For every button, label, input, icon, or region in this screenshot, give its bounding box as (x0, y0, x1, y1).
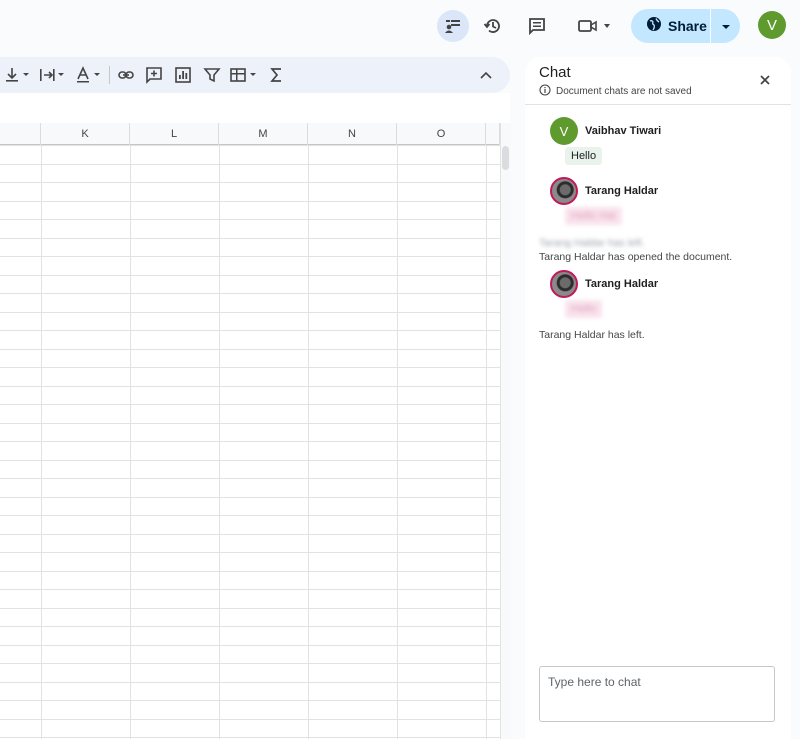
avatar (550, 177, 578, 205)
system-message: Tarang Haldar has left. (539, 237, 645, 249)
grid-row-line (0, 737, 500, 738)
grid-row-line (0, 293, 500, 294)
system-message: Tarang Haldar has opened the document. (539, 251, 733, 263)
column-header-m[interactable]: M (219, 123, 308, 145)
column-header-row: K L M N O (0, 123, 500, 145)
message-sender: Tarang Haldar (585, 185, 659, 197)
text-rotate-icon[interactable] (74, 66, 104, 84)
grid-column-line (219, 145, 220, 739)
column-header-l[interactable]: L (130, 123, 219, 145)
formula-bar[interactable] (0, 93, 510, 123)
system-message: Tarang Haldar has left. (539, 329, 645, 341)
grid-row-line (0, 386, 500, 387)
share-button[interactable]: Share (631, 9, 740, 43)
grid-row-line (0, 719, 500, 720)
chat-title: Chat (539, 64, 571, 81)
column-header-k[interactable]: K (41, 123, 130, 145)
info-icon (539, 84, 551, 99)
grid-row-line (0, 645, 500, 646)
share-label: Share (668, 18, 707, 34)
grid-column-line (397, 145, 398, 739)
spreadsheet-grid[interactable]: K L M N O (0, 123, 500, 739)
video-call-icon[interactable] (573, 10, 615, 42)
grid-row-line (0, 238, 500, 239)
grid-row-line (0, 404, 500, 405)
globe-icon (646, 16, 662, 37)
grid-row-line (0, 145, 500, 146)
message-sender: Tarang Haldar (585, 278, 659, 290)
chat-divider (525, 104, 791, 105)
chat-input[interactable] (539, 666, 775, 722)
chat-panel: Chat Document chats are not saved V Vaib… (525, 57, 791, 739)
top-bar: Share V (0, 0, 800, 52)
chat-subtitle: Document chats are not saved (539, 84, 692, 99)
message-text: Hello Hai (565, 207, 622, 225)
history-icon[interactable] (477, 10, 509, 42)
vertical-scrollbar-thumb[interactable] (502, 146, 509, 170)
grid-row-line (0, 571, 500, 572)
grid-row-line (0, 700, 500, 701)
vertical-scrollbar-track[interactable] (500, 123, 511, 739)
comment-icon[interactable] (521, 10, 553, 42)
column-header[interactable] (0, 123, 41, 145)
message-text: Hello (565, 300, 603, 318)
grid-column-line (486, 145, 487, 739)
close-icon[interactable] (758, 73, 772, 87)
share-options-button[interactable] (711, 9, 740, 43)
grid-row-line (0, 608, 500, 609)
grid-row-line (0, 312, 500, 313)
grid-row-line (0, 478, 500, 479)
caret-down-icon (721, 17, 731, 35)
grid-row-line (0, 497, 500, 498)
avatar (550, 270, 578, 298)
grid-row-line (0, 589, 500, 590)
account-avatar[interactable]: V (758, 11, 786, 39)
share-main-button[interactable]: Share (631, 9, 710, 43)
message-text: Hello (565, 147, 603, 165)
grid-column-line (130, 145, 131, 739)
text-wrap-icon[interactable] (37, 66, 67, 84)
grid-row-line (0, 256, 500, 257)
avatar: V (550, 117, 578, 145)
formatting-toolbar (0, 57, 510, 93)
functions-icon[interactable] (269, 66, 285, 84)
grid-column-line (308, 145, 309, 739)
grid-row-line (0, 219, 500, 220)
grid-row-line (0, 515, 500, 516)
column-header-o[interactable]: O (397, 123, 486, 145)
grid-row-line (0, 367, 500, 368)
filter-icon[interactable] (203, 66, 221, 84)
chat-subtitle-text: Document chats are not saved (556, 86, 692, 97)
grid-row-line (0, 534, 500, 535)
grid-row-line (0, 552, 500, 553)
app-root: Share V K L M N O Chat Document chats ar… (0, 0, 800, 739)
grid-row-line (0, 330, 500, 331)
grid-row-line (0, 182, 500, 183)
grid-row-line (0, 423, 500, 424)
insert-comment-icon[interactable] (145, 66, 163, 84)
grid-row-line (0, 663, 500, 664)
chat-toggle-icon[interactable] (437, 10, 469, 42)
column-header-n[interactable]: N (308, 123, 397, 145)
grid-row-line (0, 441, 500, 442)
column-header[interactable] (486, 123, 500, 145)
grid-row-line (0, 682, 500, 683)
vertical-align-icon[interactable] (4, 66, 32, 84)
toolbar-separator (109, 66, 110, 84)
message-sender: Vaibhav Tiwari (585, 125, 662, 137)
collapse-icon[interactable] (478, 66, 494, 84)
link-icon[interactable] (117, 66, 135, 84)
insert-chart-icon[interactable] (174, 66, 192, 84)
grid-row-line (0, 275, 500, 276)
grid-row-line (0, 626, 500, 627)
grid-column-line (41, 145, 42, 739)
grid-row-line (0, 349, 500, 350)
filter-views-icon[interactable] (229, 66, 261, 84)
grid-row-line (0, 164, 500, 165)
grid-row-line (0, 460, 500, 461)
grid-row-line (0, 201, 500, 202)
